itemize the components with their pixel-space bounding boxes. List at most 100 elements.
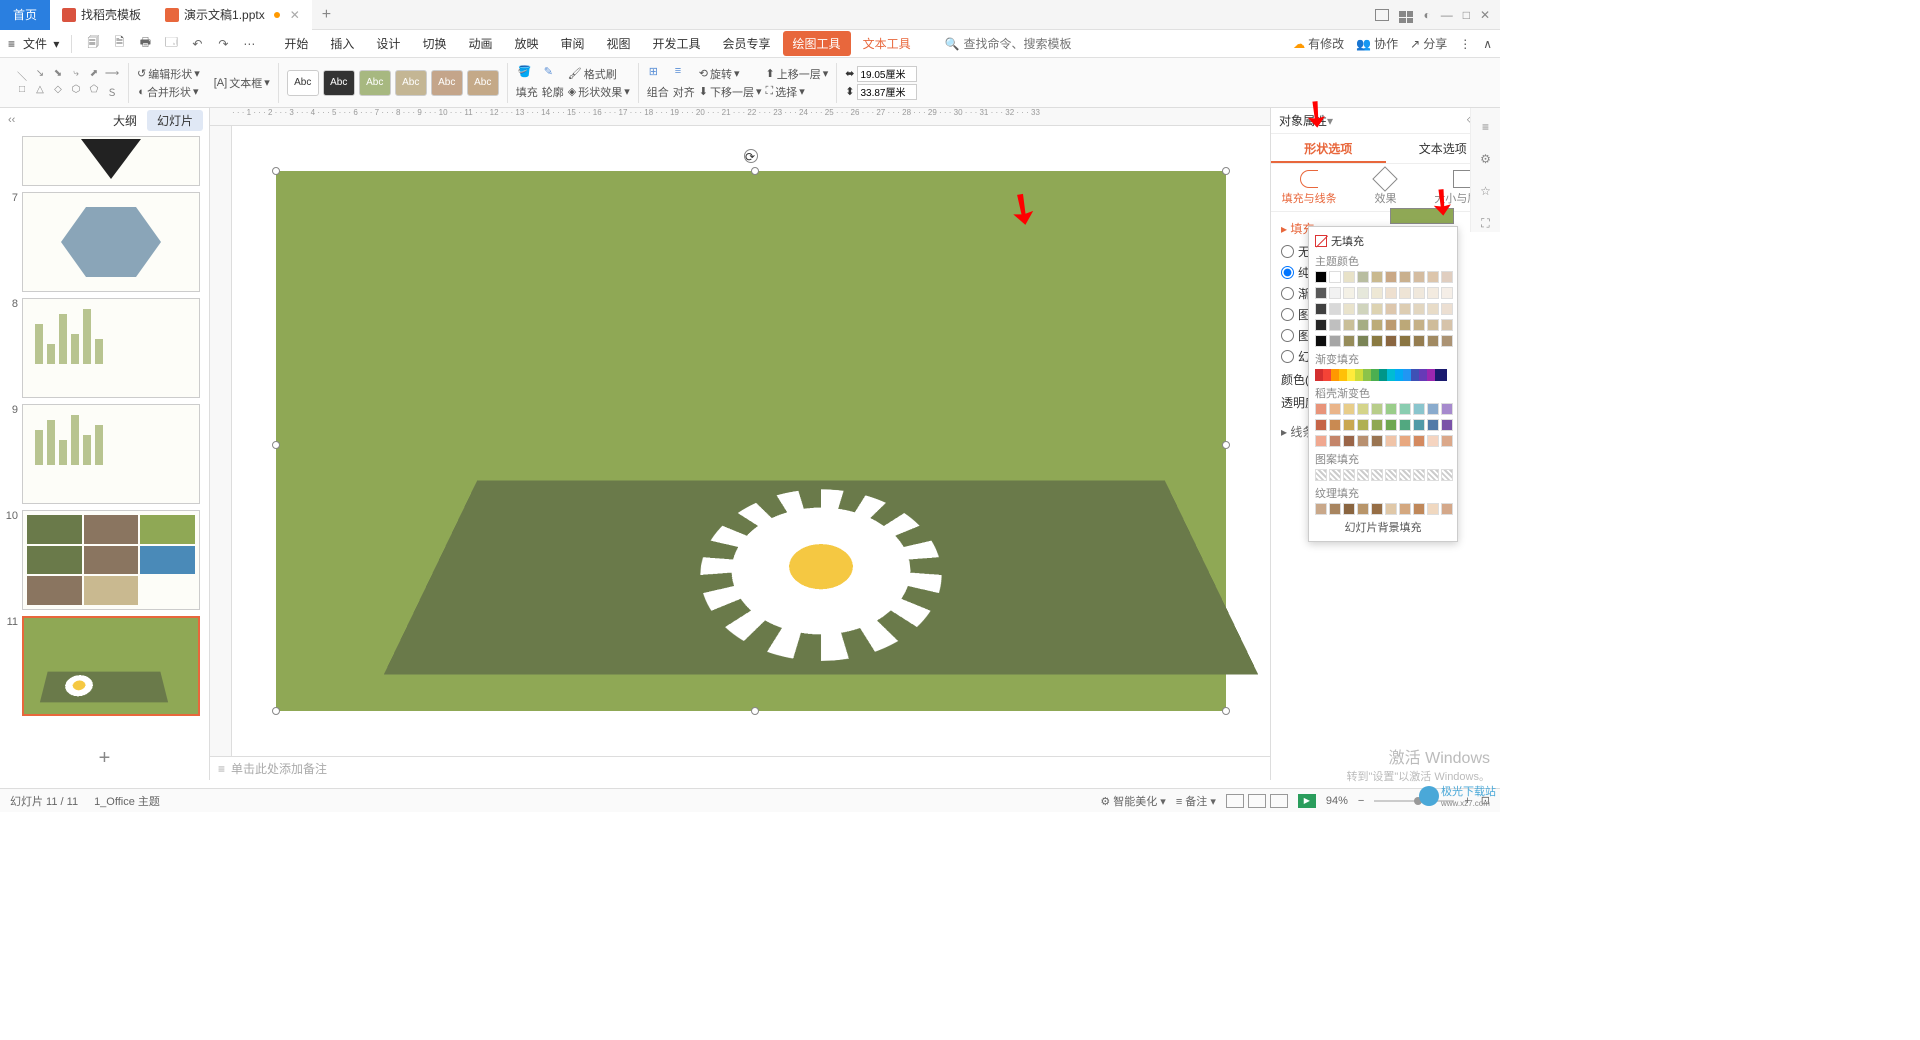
- merge-shape-button[interactable]: ◐ 合并形状 ▾: [138, 84, 198, 100]
- color-swatch[interactable]: [1441, 503, 1453, 515]
- tab-view[interactable]: 视图: [597, 31, 641, 56]
- pattern-swatch[interactable]: [1343, 469, 1355, 481]
- color-swatch[interactable]: [1399, 335, 1411, 347]
- resize-handle-s[interactable]: [751, 707, 759, 715]
- minimize-button[interactable]: —: [1441, 8, 1453, 22]
- color-swatch[interactable]: [1427, 419, 1439, 431]
- color-swatch[interactable]: [1329, 303, 1341, 315]
- tab-devtools[interactable]: 开发工具: [643, 31, 711, 56]
- tab-member[interactable]: 会员专享: [713, 31, 781, 56]
- outline-button[interactable]: ✎轮廓: [542, 65, 564, 100]
- thumbnail-11[interactable]: [22, 616, 200, 716]
- resize-handle-e[interactable]: [1222, 441, 1230, 449]
- color-swatch[interactable]: [1357, 403, 1369, 415]
- color-swatch[interactable]: [1343, 303, 1355, 315]
- redo-icon[interactable]: ↷: [214, 35, 232, 53]
- color-swatch[interactable]: [1343, 335, 1355, 347]
- resize-handle-n[interactable]: [751, 167, 759, 175]
- color-swatch[interactable]: [1357, 419, 1369, 431]
- color-swatch[interactable]: [1343, 435, 1355, 447]
- color-swatch[interactable]: [1385, 503, 1397, 515]
- height-input[interactable]: [857, 84, 917, 100]
- color-swatch[interactable]: [1357, 271, 1369, 283]
- resize-handle-ne[interactable]: [1222, 167, 1230, 175]
- tab-drawing-tools[interactable]: 绘图工具: [783, 31, 851, 56]
- normal-view-icon[interactable]: [1226, 794, 1244, 808]
- color-swatch[interactable]: [1413, 287, 1425, 299]
- more-menu-icon[interactable]: ⋮: [1459, 37, 1471, 51]
- move-up-button[interactable]: ⬆ 上移一层 ▾: [765, 66, 828, 82]
- print-preview-icon[interactable]: 🗔: [162, 35, 180, 53]
- undo-icon[interactable]: ↶: [188, 35, 206, 53]
- style-gallery[interactable]: Abc Abc Abc Abc Abc Abc: [281, 70, 505, 96]
- color-swatch[interactable]: [1315, 403, 1327, 415]
- pending-changes[interactable]: ☁有修改: [1293, 35, 1344, 52]
- pattern-swatch[interactable]: [1413, 469, 1425, 481]
- style-3[interactable]: Abc: [359, 70, 391, 96]
- tab-review[interactable]: 审阅: [550, 31, 594, 56]
- color-swatch[interactable]: [1399, 287, 1411, 299]
- color-swatch[interactable]: [1441, 271, 1453, 283]
- color-swatch[interactable]: [1357, 435, 1369, 447]
- color-swatch[interactable]: [1427, 271, 1439, 283]
- color-swatch[interactable]: [1315, 271, 1327, 283]
- close-button[interactable]: ✕: [1480, 8, 1490, 22]
- color-swatch[interactable]: [1441, 435, 1453, 447]
- width-input[interactable]: [857, 66, 917, 82]
- color-swatch[interactable]: [1385, 303, 1397, 315]
- beautify-button[interactable]: ⚙ 智能美化 ▾: [1100, 793, 1166, 809]
- tab-document[interactable]: 演示文稿1.pptx ✕: [153, 0, 312, 30]
- thumbnail-8[interactable]: [22, 298, 200, 398]
- color-swatch[interactable]: [1329, 419, 1341, 431]
- thumbnail-6[interactable]: [22, 136, 200, 186]
- color-swatch[interactable]: [1371, 319, 1383, 331]
- color-swatch[interactable]: [1371, 287, 1383, 299]
- tab-home[interactable]: 首页: [0, 0, 50, 30]
- color-swatch[interactable]: [1385, 435, 1397, 447]
- color-swatch[interactable]: [1371, 271, 1383, 283]
- tool-icon-1[interactable]: ≡: [1477, 118, 1495, 136]
- color-swatch[interactable]: [1329, 403, 1341, 415]
- style-1[interactable]: Abc: [287, 70, 319, 96]
- tab-template[interactable]: 找稻壳模板: [50, 0, 153, 30]
- tab-start[interactable]: 开始: [274, 31, 318, 56]
- color-swatch[interactable]: [1357, 503, 1369, 515]
- notes-bar[interactable]: ≡ 单击此处添加备注: [210, 756, 1270, 780]
- combine-button[interactable]: ⊞组合: [647, 65, 669, 100]
- color-swatch[interactable]: [1441, 403, 1453, 415]
- height-field[interactable]: ⬍: [845, 84, 917, 100]
- tool-star-icon[interactable]: ☆: [1477, 182, 1495, 200]
- zoom-value[interactable]: 94%: [1326, 795, 1348, 807]
- color-swatch[interactable]: [1315, 303, 1327, 315]
- collapse-ribbon-icon[interactable]: ∧: [1483, 37, 1492, 51]
- resize-handle-sw[interactable]: [272, 707, 280, 715]
- color-swatch[interactable]: [1357, 287, 1369, 299]
- reading-view-icon[interactable]: [1270, 794, 1288, 808]
- width-field[interactable]: ⬌: [845, 66, 917, 82]
- color-swatch[interactable]: [1441, 303, 1453, 315]
- layout-icon[interactable]: [1375, 9, 1389, 21]
- color-swatch[interactable]: [1385, 403, 1397, 415]
- color-swatch[interactable]: [1427, 503, 1439, 515]
- color-swatch[interactable]: [1329, 435, 1341, 447]
- color-swatch[interactable]: [1329, 319, 1341, 331]
- rotate-button[interactable]: ⟲ 旋转 ▾: [699, 66, 762, 82]
- color-swatch[interactable]: [1315, 287, 1327, 299]
- color-swatch[interactable]: [1329, 335, 1341, 347]
- tab-outline[interactable]: 大纲: [103, 110, 147, 131]
- no-fill-option[interactable]: 无填充: [1315, 233, 1451, 249]
- slide-stage[interactable]: ⟳ ➘: [232, 126, 1270, 756]
- tab-design[interactable]: 设计: [366, 31, 410, 56]
- tool-select-icon[interactable]: ⛶: [1477, 214, 1495, 232]
- pattern-swatch[interactable]: [1441, 469, 1453, 481]
- pattern-swatch[interactable]: [1315, 469, 1327, 481]
- app-grid-icon[interactable]: [1399, 6, 1413, 24]
- color-swatch[interactable]: [1427, 319, 1439, 331]
- resize-handle-w[interactable]: [272, 441, 280, 449]
- color-swatch[interactable]: [1413, 335, 1425, 347]
- color-swatch[interactable]: [1427, 435, 1439, 447]
- skin-icon[interactable]: ◐: [1423, 8, 1430, 22]
- color-swatch[interactable]: [1413, 403, 1425, 415]
- share-button[interactable]: ↗分享: [1410, 35, 1447, 52]
- color-swatch[interactable]: [1343, 403, 1355, 415]
